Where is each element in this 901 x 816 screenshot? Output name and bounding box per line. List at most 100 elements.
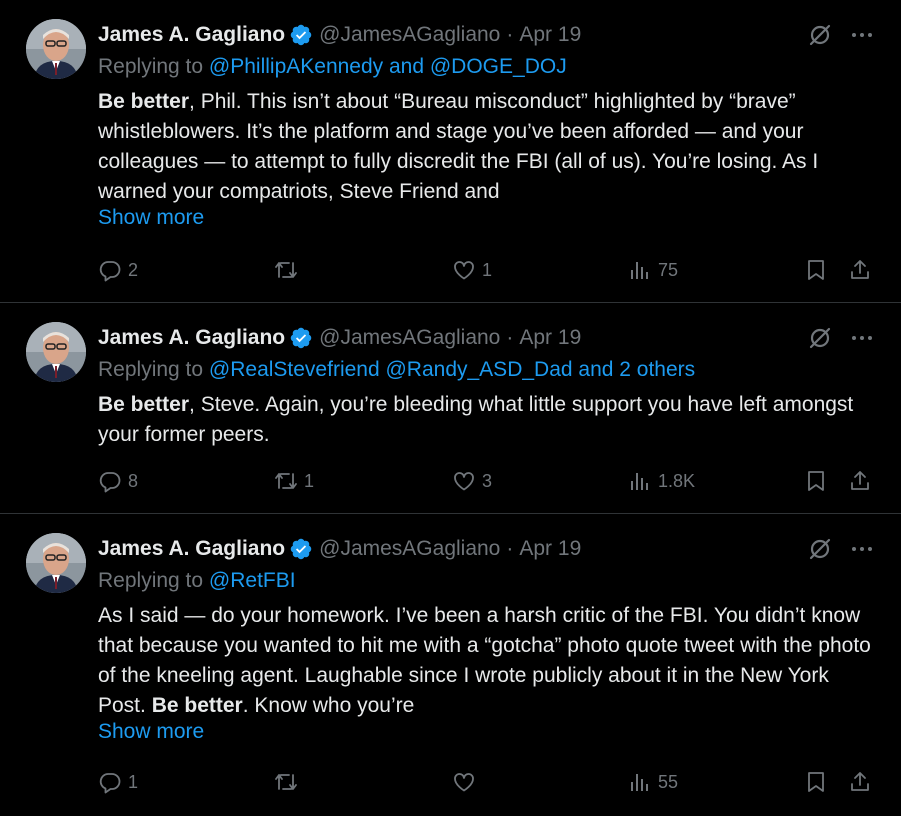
tweet-top-actions: [807, 536, 875, 562]
repost-button[interactable]: [274, 256, 304, 284]
views-icon: [631, 262, 648, 279]
separator-dot: ·: [506, 326, 514, 349]
reply-count: 2: [128, 259, 139, 280]
tweet[interactable]: James A. Gagliano @JamesAGagliano · Apr …: [0, 0, 901, 303]
replying-to: Replying to @PhillipAKennedy and @DOGE_D…: [98, 55, 567, 79]
reply-button[interactable]: 2: [98, 256, 138, 284]
separator-dot: ·: [506, 23, 514, 46]
bookmark-button[interactable]: [804, 256, 828, 284]
tweet-date[interactable]: Apr 19: [519, 537, 581, 561]
tweet-text: Be better, Phil. This isn’t about “Burea…: [98, 87, 881, 207]
share-icon: [851, 772, 869, 791]
replying-to: Replying to @RetFBI: [98, 569, 296, 593]
tweet[interactable]: James A. Gagliano @JamesAGagliano · Apr …: [0, 514, 901, 816]
tweet-text-rest: , Phil. This isn’t about “Bureau miscond…: [98, 90, 819, 203]
tweet-header: James A. Gagliano @JamesAGagliano · Apr …: [98, 536, 581, 562]
views-count: 75: [658, 259, 679, 280]
repost-button[interactable]: [274, 768, 304, 796]
author-handle[interactable]: @JamesAGagliano: [319, 537, 500, 561]
separator-dot: ·: [506, 537, 514, 560]
avatar[interactable]: [26, 19, 86, 79]
replying-to-mentions[interactable]: @RealStevefriend @Randy_ASD_Dad and 2 ot…: [209, 358, 695, 381]
replying-to-prefix: Replying to: [98, 358, 209, 381]
author-name[interactable]: James A. Gagliano: [98, 23, 285, 47]
tweet-actions: 8 1 3 1.8K: [98, 467, 878, 495]
reply-icon: [99, 773, 121, 794]
author-name[interactable]: James A. Gagliano: [98, 326, 285, 350]
tweet-text-bold: Be better: [98, 393, 190, 416]
grok-icon[interactable]: [807, 536, 833, 562]
tweet-header: James A. Gagliano @JamesAGagliano · Apr …: [98, 325, 581, 351]
repost-icon: [275, 774, 297, 790]
tweet-text-bold: Be better: [151, 694, 243, 717]
grok-icon[interactable]: [807, 325, 833, 351]
repost-count: 1: [304, 470, 315, 491]
tweet-text-bold: Be better: [98, 90, 190, 113]
bookmark-icon: [808, 471, 824, 491]
views-button[interactable]: 1.8K: [628, 467, 695, 495]
share-button[interactable]: [848, 467, 872, 495]
more-icon[interactable]: [849, 325, 875, 351]
like-button[interactable]: 1: [452, 256, 492, 284]
bookmark-icon: [808, 772, 824, 792]
bookmark-icon: [808, 260, 824, 280]
reply-icon: [99, 261, 121, 282]
reply-count: 8: [128, 470, 139, 491]
replying-to-prefix: Replying to: [98, 55, 209, 78]
reply-button[interactable]: 8: [98, 467, 138, 495]
repost-icon: [275, 473, 297, 489]
like-count: 1: [482, 259, 493, 280]
more-icon[interactable]: [849, 22, 875, 48]
repost-button[interactable]: 1: [274, 467, 314, 495]
share-button[interactable]: [848, 256, 872, 284]
replying-to-mentions[interactable]: @RetFBI: [209, 569, 296, 592]
tweet-text-post: . Know who you’re: [242, 694, 415, 717]
repost-icon: [275, 262, 297, 278]
share-button[interactable]: [848, 768, 872, 796]
tweet-header: James A. Gagliano @JamesAGagliano · Apr …: [98, 22, 581, 48]
share-icon: [851, 260, 869, 279]
avatar[interactable]: [26, 533, 86, 593]
tweet[interactable]: James A. Gagliano @JamesAGagliano · Apr …: [0, 303, 901, 514]
like-button[interactable]: [452, 768, 482, 796]
replying-to: Replying to @RealStevefriend @Randy_ASD_…: [98, 358, 695, 382]
show-more-link[interactable]: Show more: [98, 206, 204, 230]
tweet-actions: 1 55: [98, 768, 878, 796]
author-handle[interactable]: @JamesAGagliano: [319, 23, 500, 47]
like-icon: [454, 773, 474, 792]
share-icon: [851, 471, 869, 490]
tweet-top-actions: [807, 22, 875, 48]
verified-badge-icon: [289, 326, 313, 350]
grok-icon[interactable]: [807, 22, 833, 48]
more-icon[interactable]: [849, 536, 875, 562]
reply-count: 1: [128, 771, 139, 792]
views-icon: [631, 473, 648, 490]
like-count: 3: [482, 470, 493, 491]
tweet-text-rest: , Steve. Again, you’re bleeding what lit…: [98, 393, 854, 446]
replying-to-prefix: Replying to: [98, 569, 209, 592]
tweet-feed: James A. Gagliano @JamesAGagliano · Apr …: [0, 0, 901, 816]
reply-icon: [99, 472, 121, 493]
tweet-text: Be better, Steve. Again, you’re bleeding…: [98, 390, 881, 450]
tweet-top-actions: [807, 325, 875, 351]
views-icon: [631, 774, 648, 791]
tweet-date[interactable]: Apr 19: [519, 23, 581, 47]
like-button[interactable]: 3: [452, 467, 492, 495]
reply-button[interactable]: 1: [98, 768, 138, 796]
views-button[interactable]: 55: [628, 768, 678, 796]
author-name[interactable]: James A. Gagliano: [98, 537, 285, 561]
bookmark-button[interactable]: [804, 467, 828, 495]
bookmark-button[interactable]: [804, 768, 828, 796]
like-icon: [454, 472, 474, 491]
views-count: 1.8K: [658, 470, 696, 491]
show-more-link[interactable]: Show more: [98, 720, 204, 744]
views-count: 55: [658, 771, 679, 792]
like-icon: [454, 261, 474, 280]
avatar[interactable]: [26, 322, 86, 382]
author-handle[interactable]: @JamesAGagliano: [319, 326, 500, 350]
tweet-text: As I said — do your homework. I’ve been …: [98, 601, 881, 721]
views-button[interactable]: 75: [628, 256, 678, 284]
tweet-actions: 2 1 75: [98, 256, 878, 284]
tweet-date[interactable]: Apr 19: [519, 326, 581, 350]
replying-to-mentions[interactable]: @PhillipAKennedy and @DOGE_DOJ: [209, 55, 567, 78]
